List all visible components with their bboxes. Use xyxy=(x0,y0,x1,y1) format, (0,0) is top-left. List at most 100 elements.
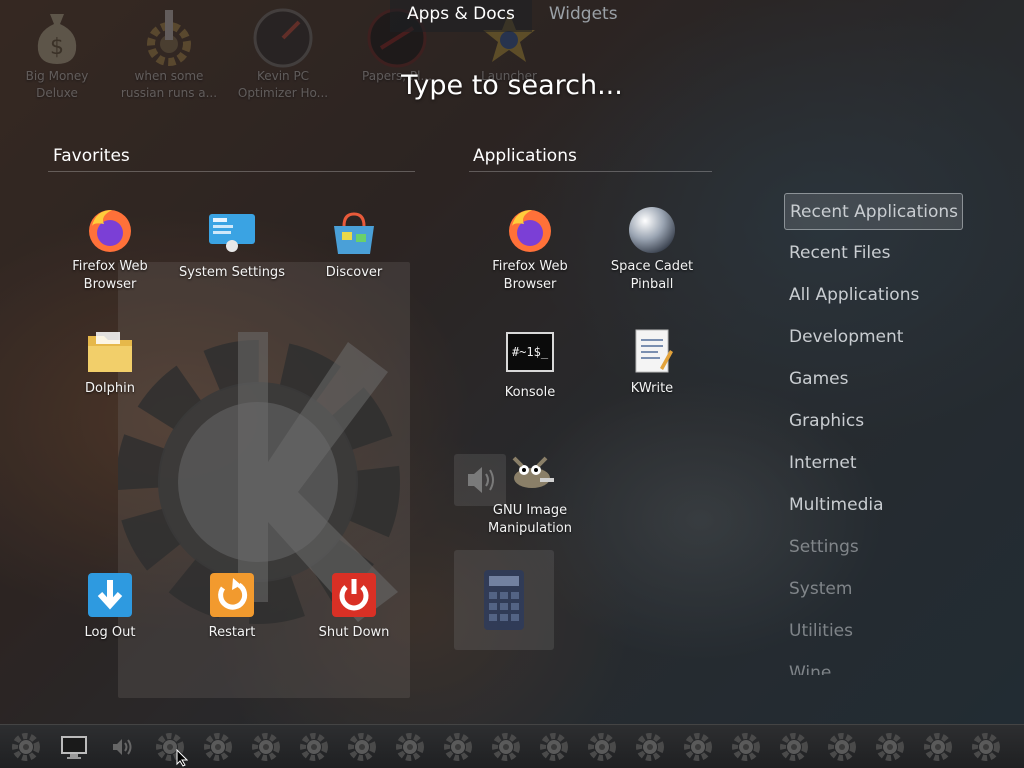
app-label: Firefox Web Browser xyxy=(72,259,148,292)
restart-button[interactable]: Restart xyxy=(171,572,293,642)
category-wine[interactable]: Wine xyxy=(784,655,984,675)
category-recent-files[interactable]: Recent Files xyxy=(784,235,984,277)
shutdown-button[interactable]: Shut Down xyxy=(293,572,415,642)
favorites-title: Favorites xyxy=(53,146,130,166)
kde-gear-icon xyxy=(924,733,952,761)
app-label: Discover xyxy=(325,265,383,280)
category-utilities[interactable]: Utilities xyxy=(784,613,984,655)
category-development[interactable]: Development xyxy=(784,319,984,361)
app-firefox[interactable]: Firefox Web Browser xyxy=(469,206,591,294)
kde-gear-icon xyxy=(252,733,280,761)
kde-gear-icon xyxy=(348,733,376,761)
app-label: Konsole xyxy=(504,385,556,400)
kde-gear-icon xyxy=(684,733,712,761)
kde-gear-icon xyxy=(588,733,616,761)
restart-icon xyxy=(208,572,256,620)
kde-gear-icon xyxy=(972,733,1000,761)
volume-icon xyxy=(113,739,132,755)
app-label: Space Cadet Pinball xyxy=(610,259,694,292)
category-recent-applications[interactable]: Recent Applications xyxy=(784,193,963,230)
taskbar xyxy=(0,724,1024,768)
tab-widgets[interactable]: Widgets xyxy=(532,0,635,32)
kde-gear-icon xyxy=(636,733,664,761)
logout-icon xyxy=(86,572,134,620)
app-label: KWrite xyxy=(630,381,674,396)
app-label: Dolphin xyxy=(85,381,135,396)
drop-placeholder xyxy=(454,550,554,650)
taskbar-item-kde-gear-icon[interactable] xyxy=(393,732,427,762)
taskbar-item-kde-gear-icon[interactable] xyxy=(9,732,43,762)
taskbar-item-kde-gear-icon[interactable] xyxy=(489,732,523,762)
taskbar-item-kde-gear-icon[interactable] xyxy=(345,732,379,762)
kde-gear-icon xyxy=(444,733,472,761)
search-placeholder[interactable]: Type to search... xyxy=(330,70,694,101)
kde-gear-icon xyxy=(876,733,904,761)
app-space-cadet-pinball[interactable]: Space Cadet Pinball xyxy=(591,206,713,294)
mouse-cursor-icon xyxy=(176,749,188,767)
app-label: Log Out xyxy=(84,625,136,640)
taskbar-item-kde-gear-icon[interactable] xyxy=(921,732,955,762)
taskbar-item-kde-gear-icon[interactable] xyxy=(969,732,1003,762)
taskbar-item-monitor-icon[interactable] xyxy=(57,732,91,762)
category-games[interactable]: Games xyxy=(784,361,984,403)
firefox-icon xyxy=(86,206,134,254)
taskbar-item-kde-gear-icon[interactable] xyxy=(297,732,331,762)
gimp-icon xyxy=(506,450,554,498)
taskbar-item-volume-icon[interactable] xyxy=(105,732,139,762)
kde-gear-icon xyxy=(492,733,520,761)
taskbar-item-kde-gear-icon[interactable] xyxy=(441,732,475,762)
discover-icon xyxy=(330,212,378,260)
app-gimp[interactable]: GNU Image Manipulation xyxy=(469,450,591,538)
favorite-dolphin[interactable]: Dolphin xyxy=(49,328,171,398)
category-multimedia[interactable]: Multimedia xyxy=(784,487,984,529)
taskbar-item-kde-gear-icon[interactable] xyxy=(777,732,811,762)
category-settings[interactable]: Settings xyxy=(784,529,984,571)
taskbar-item-kde-gear-icon[interactable] xyxy=(729,732,763,762)
favorite-system-settings[interactable]: System Settings xyxy=(171,212,293,282)
app-label: System Settings xyxy=(179,265,285,280)
kde-gear-icon xyxy=(828,733,856,761)
kde-gear-icon xyxy=(540,733,568,761)
kde-gear-icon xyxy=(204,733,232,761)
favorite-firefox[interactable]: Firefox Web Browser xyxy=(49,206,171,294)
shutdown-icon xyxy=(330,572,378,620)
taskbar-item-kde-gear-icon[interactable] xyxy=(249,732,283,762)
category-list: Recent Applications Recent Files All App… xyxy=(784,193,984,675)
app-label: Shut Down xyxy=(318,625,390,640)
taskbar-item-kde-gear-icon[interactable] xyxy=(873,732,907,762)
applications-title: Applications xyxy=(473,146,577,166)
app-kwrite[interactable]: KWrite xyxy=(591,328,713,398)
kde-gear-icon xyxy=(12,733,40,761)
tab-apps-docs[interactable]: Apps & Docs xyxy=(390,0,532,32)
favorites-divider xyxy=(48,171,415,172)
firefox-icon xyxy=(506,206,554,254)
kwrite-icon xyxy=(628,328,676,376)
category-system[interactable]: System xyxy=(784,571,984,613)
calculator-icon xyxy=(484,570,524,630)
app-label: GNU Image Manipulation xyxy=(487,503,572,536)
app-label: Restart xyxy=(208,625,256,640)
app-label: Firefox Web Browser xyxy=(492,259,568,292)
taskbar-item-kde-gear-icon[interactable] xyxy=(825,732,859,762)
taskbar-item-kde-gear-icon[interactable] xyxy=(585,732,619,762)
kde-gear-icon xyxy=(396,733,424,761)
logout-button[interactable]: Log Out xyxy=(49,572,171,642)
kde-gear-icon xyxy=(732,733,760,761)
folder-icon xyxy=(86,328,134,376)
kde-gear-icon xyxy=(780,733,808,761)
taskbar-item-kde-gear-icon[interactable] xyxy=(537,732,571,762)
system-settings-icon xyxy=(208,212,256,260)
applications-divider xyxy=(469,171,712,172)
app-konsole[interactable]: #~1$_ Konsole xyxy=(469,328,591,402)
launcher-tabs: Apps & Docs Widgets xyxy=(390,0,635,32)
terminal-icon: #~1$_ xyxy=(506,332,554,380)
taskbar-item-kde-gear-icon[interactable] xyxy=(633,732,667,762)
favorite-discover[interactable]: Discover xyxy=(293,212,415,282)
category-internet[interactable]: Internet xyxy=(784,445,984,487)
category-graphics[interactable]: Graphics xyxy=(784,403,984,445)
konsole-prompt: #~1$_ xyxy=(506,332,554,372)
taskbar-item-kde-gear-icon[interactable] xyxy=(201,732,235,762)
category-all-applications[interactable]: All Applications xyxy=(784,277,984,319)
taskbar-item-kde-gear-icon[interactable] xyxy=(681,732,715,762)
kde-gear-icon xyxy=(300,733,328,761)
